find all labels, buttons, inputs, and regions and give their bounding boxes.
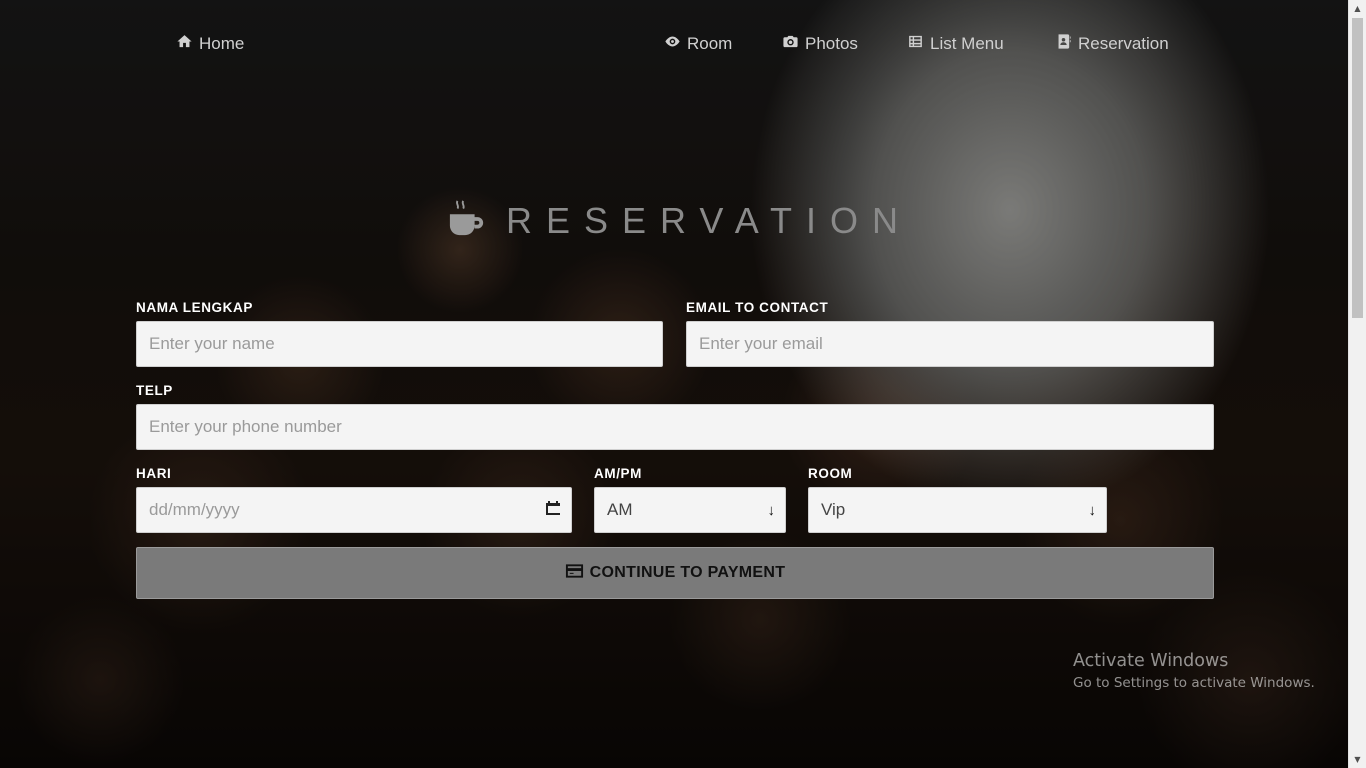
nav-list-menu-link[interactable]: List Menu bbox=[907, 32, 1004, 56]
home-icon bbox=[176, 33, 193, 55]
coffee-cup-icon bbox=[448, 199, 486, 243]
ampm-label: AM/PM bbox=[594, 466, 642, 481]
room-select[interactable]: Vip ↓ bbox=[808, 487, 1107, 533]
vertical-scrollbar[interactable]: ▲ ▼ bbox=[1348, 0, 1366, 768]
nav-list-menu-label: List Menu bbox=[930, 34, 1004, 53]
watermark-title: Activate Windows bbox=[1073, 651, 1229, 671]
nav-reservation-link[interactable]: Reservation bbox=[1055, 32, 1169, 56]
list-icon bbox=[907, 33, 924, 55]
email-input[interactable] bbox=[686, 321, 1214, 367]
nav-home-label: Home bbox=[199, 34, 245, 53]
eye-icon bbox=[664, 33, 681, 55]
hari-label: HARI bbox=[136, 466, 172, 481]
phone-input[interactable] bbox=[136, 404, 1214, 450]
scrollbar-thumb[interactable] bbox=[1352, 18, 1363, 318]
arrow-down-icon: ↓ bbox=[767, 501, 776, 519]
arrow-down-icon: ↓ bbox=[1088, 501, 1097, 519]
submit-label: CONTINUE TO PAYMENT bbox=[589, 564, 786, 581]
nav-photos-label: Photos bbox=[805, 34, 858, 53]
page-title: RESERVATION bbox=[506, 200, 913, 241]
watermark-subtitle: Go to Settings to activate Windows. bbox=[1073, 675, 1315, 691]
email-label: EMAIL TO CONTACT bbox=[686, 300, 829, 315]
name-label: NAMA LENGKAP bbox=[136, 300, 253, 315]
room-label: ROOM bbox=[808, 466, 853, 481]
nav-photos-link[interactable]: Photos bbox=[782, 32, 858, 56]
calendar-icon[interactable] bbox=[545, 500, 561, 521]
room-value: Vip bbox=[821, 500, 846, 519]
continue-to-payment-button[interactable]: CONTINUE TO PAYMENT bbox=[136, 547, 1214, 599]
nav-reservation-label: Reservation bbox=[1078, 34, 1169, 53]
credit-card-icon bbox=[565, 563, 584, 584]
ampm-value: AM bbox=[607, 500, 633, 519]
scroll-down-icon[interactable]: ▼ bbox=[1349, 751, 1366, 768]
telp-label: TELP bbox=[136, 383, 173, 398]
address-card-icon bbox=[1055, 33, 1072, 55]
camera-icon bbox=[782, 33, 799, 55]
nav-room-link[interactable]: Room bbox=[664, 32, 732, 56]
windows-activation-watermark: Activate Windows Go to Settings to activ… bbox=[1073, 651, 1315, 691]
page-header: RESERVATION bbox=[448, 196, 912, 246]
name-input[interactable] bbox=[136, 321, 663, 367]
date-input[interactable]: dd/mm/yyyy bbox=[136, 487, 572, 533]
scroll-up-icon[interactable]: ▲ bbox=[1349, 0, 1366, 17]
ampm-select[interactable]: AM ↓ bbox=[594, 487, 786, 533]
date-placeholder: dd/mm/yyyy bbox=[149, 500, 240, 519]
nav-home-link[interactable]: Home bbox=[176, 32, 244, 56]
nav-room-label: Room bbox=[687, 34, 733, 53]
